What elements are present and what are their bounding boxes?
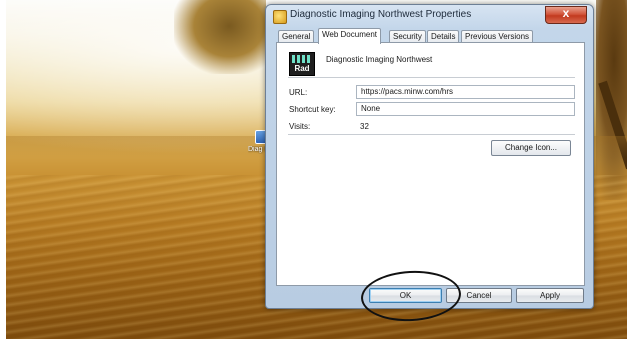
- document-name: Diagnostic Imaging Northwest: [326, 55, 433, 64]
- shortcut-key-label: Shortcut key:: [289, 105, 336, 114]
- url-field[interactable]: https://pacs.minw.com/hrs: [356, 85, 575, 99]
- close-button[interactable]: x: [545, 6, 587, 24]
- web-document-panel: Rad Diagnostic Imaging Northwest URL: ht…: [276, 42, 585, 286]
- change-icon-button[interactable]: Change Icon...: [491, 140, 571, 156]
- visits-value: 32: [360, 122, 369, 131]
- icon-text: Rad: [294, 64, 310, 73]
- properties-dialog: Diagnostic Imaging Northwest Properties …: [265, 4, 594, 309]
- divider: [288, 134, 575, 135]
- shortcut-icon: [273, 10, 287, 24]
- tree-foliage-left: [174, 0, 266, 74]
- url-label: URL:: [289, 88, 308, 97]
- rad-app-icon: Rad: [289, 52, 315, 76]
- tab-web-document[interactable]: Web Document: [318, 28, 381, 44]
- close-icon: x: [562, 6, 570, 20]
- visits-label: Visits:: [289, 122, 311, 131]
- icon-grid: [292, 55, 312, 63]
- dialog-title: Diagnostic Imaging Northwest Properties: [290, 9, 472, 20]
- shortcut-key-field[interactable]: None: [356, 102, 575, 116]
- title-bar[interactable]: Diagnostic Imaging Northwest Properties …: [266, 5, 593, 27]
- divider: [288, 77, 575, 78]
- apply-button[interactable]: Apply: [516, 288, 584, 303]
